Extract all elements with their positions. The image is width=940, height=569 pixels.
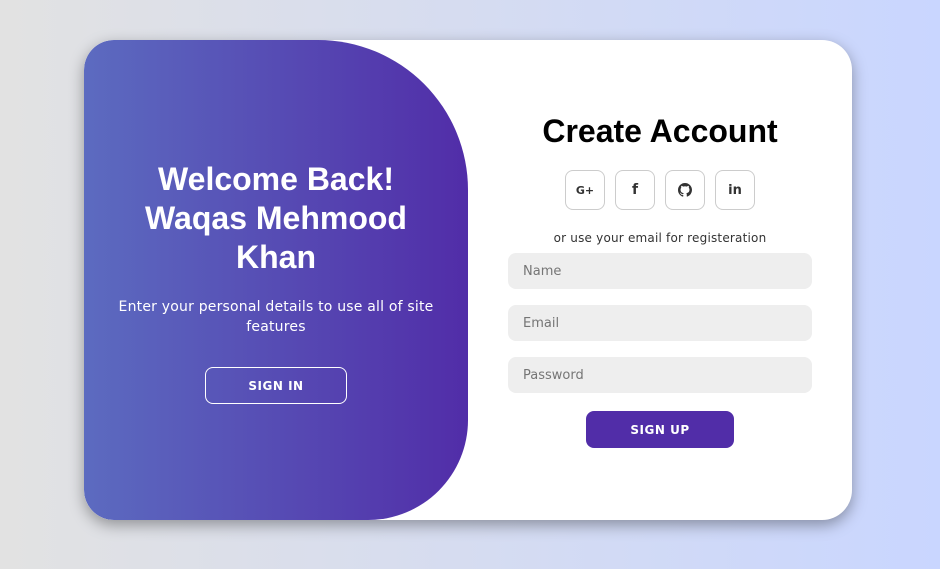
sign-up-form: Create Account G+ f in or use your email…	[468, 40, 852, 520]
auth-card: Welcome Back! Waqas Mehmood Khan Enter y…	[84, 40, 852, 520]
google-plus-icon[interactable]: G+	[565, 170, 605, 210]
google-plus-label: G+	[575, 183, 595, 197]
registration-hint: or use your email for registeration	[553, 231, 767, 245]
linkedin-icon[interactable]: in	[715, 170, 755, 210]
facebook-icon[interactable]: f	[615, 170, 655, 210]
sign-in-button[interactable]: SIGN IN	[205, 367, 347, 404]
github-glyph	[678, 183, 692, 197]
sign-up-button[interactable]: SIGN UP	[586, 411, 734, 448]
name-input[interactable]	[508, 253, 812, 289]
password-input[interactable]	[508, 357, 812, 393]
social-icons: G+ f in	[565, 170, 755, 210]
github-icon[interactable]	[665, 170, 705, 210]
form-title: Create Account	[542, 113, 778, 149]
linkedin-label: in	[728, 182, 742, 198]
welcome-title: Welcome Back! Waqas Mehmood Khan	[145, 161, 407, 275]
welcome-panel: Welcome Back! Waqas Mehmood Khan Enter y…	[84, 40, 468, 520]
facebook-label: f	[631, 182, 639, 198]
email-input[interactable]	[508, 305, 812, 341]
welcome-subtitle: Enter your personal details to use all o…	[118, 299, 434, 335]
